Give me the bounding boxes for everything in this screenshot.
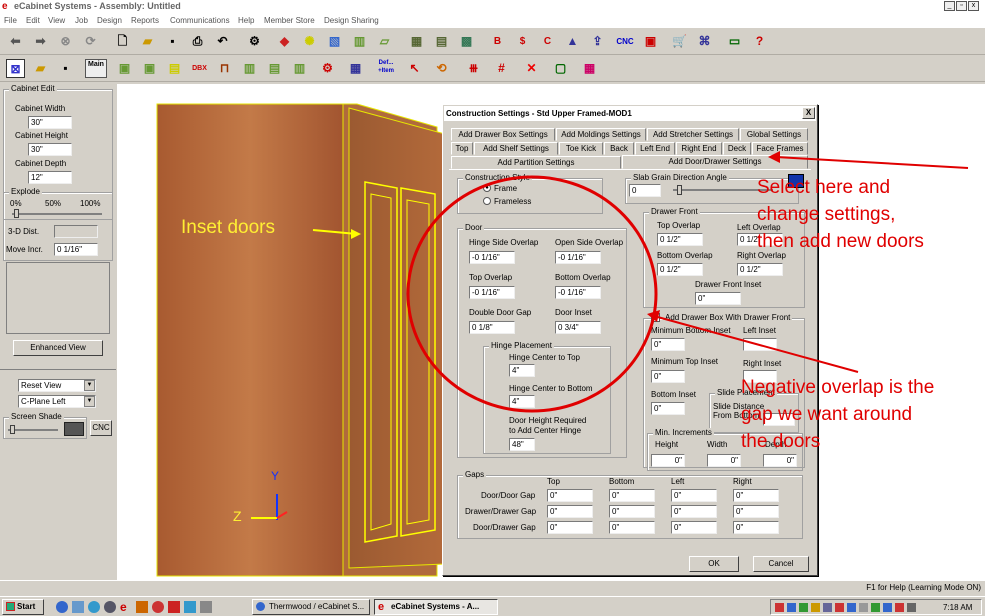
ecabinet-task-icon: e (378, 601, 385, 613)
task-ecabinet-label: eCabinet Systems - A... (391, 602, 480, 611)
negative-line-2: gap we want around (741, 404, 913, 425)
select-here-note: Select here and change settings, then ad… (757, 174, 924, 255)
select-here-line-2: change settings, (757, 204, 896, 225)
app6-icon[interactable] (184, 601, 196, 613)
taskbar: Start e Thermwood / eCabinet S... e eCabi… (0, 596, 985, 616)
desktop-icon[interactable] (72, 601, 84, 613)
tray-icon-2[interactable] (787, 603, 796, 612)
tray-icon-7[interactable] (847, 603, 856, 612)
negative-overlap-note: Negative overlap is the gap we want arou… (741, 374, 934, 455)
select-here-line-3: then add new doors (757, 231, 924, 252)
app3-icon[interactable] (136, 601, 148, 613)
task-thermwood[interactable]: Thermwood / eCabinet S... (252, 599, 370, 615)
tray-icon-1[interactable] (775, 603, 784, 612)
ecabinet-quick-icon[interactable]: e (120, 600, 127, 614)
negative-arrow-line (653, 315, 859, 373)
tray-icon-6[interactable] (835, 603, 844, 612)
negative-line-1: Negative overlap is the (741, 377, 935, 398)
system-tray: 7:18 AM (770, 599, 982, 615)
select-arrow-head (768, 151, 780, 163)
start-button[interactable]: Start (2, 599, 44, 615)
select-arrow-line (775, 156, 969, 169)
app1-icon[interactable] (88, 601, 100, 613)
ie-icon[interactable] (56, 601, 68, 613)
status-bar: F1 for Help (Learning Mode ON) (0, 580, 985, 594)
tray-icon-4[interactable] (811, 603, 820, 612)
select-here-line-1: Select here and (757, 177, 891, 198)
task-ecabinet[interactable]: e eCabinet Systems - A... (374, 599, 498, 615)
app5-icon[interactable] (168, 601, 180, 613)
clock: 7:18 AM (943, 603, 973, 612)
highlight-ellipse (406, 175, 658, 413)
negative-line-3: the doors (741, 431, 821, 452)
tray-icon-3[interactable] (799, 603, 808, 612)
status-help-text: F1 for Help (Learning Mode ON) (866, 583, 981, 592)
start-label: Start (17, 602, 36, 611)
app2-icon[interactable] (104, 601, 116, 613)
tray-icon-11[interactable] (895, 603, 904, 612)
speaker-icon[interactable] (907, 603, 916, 612)
tray-icon-10[interactable] (883, 603, 892, 612)
task-thermwood-label: Thermwood / eCabinet S... (269, 602, 365, 611)
annotation-overlay (406, 151, 969, 413)
tray-icon-5[interactable] (823, 603, 832, 612)
browser-icon (256, 602, 265, 611)
windows-logo-icon (6, 602, 15, 611)
app4-icon[interactable] (152, 601, 164, 613)
tray-icon-9[interactable] (871, 603, 880, 612)
app7-icon[interactable] (200, 601, 212, 613)
tray-icon-8[interactable] (859, 603, 868, 612)
